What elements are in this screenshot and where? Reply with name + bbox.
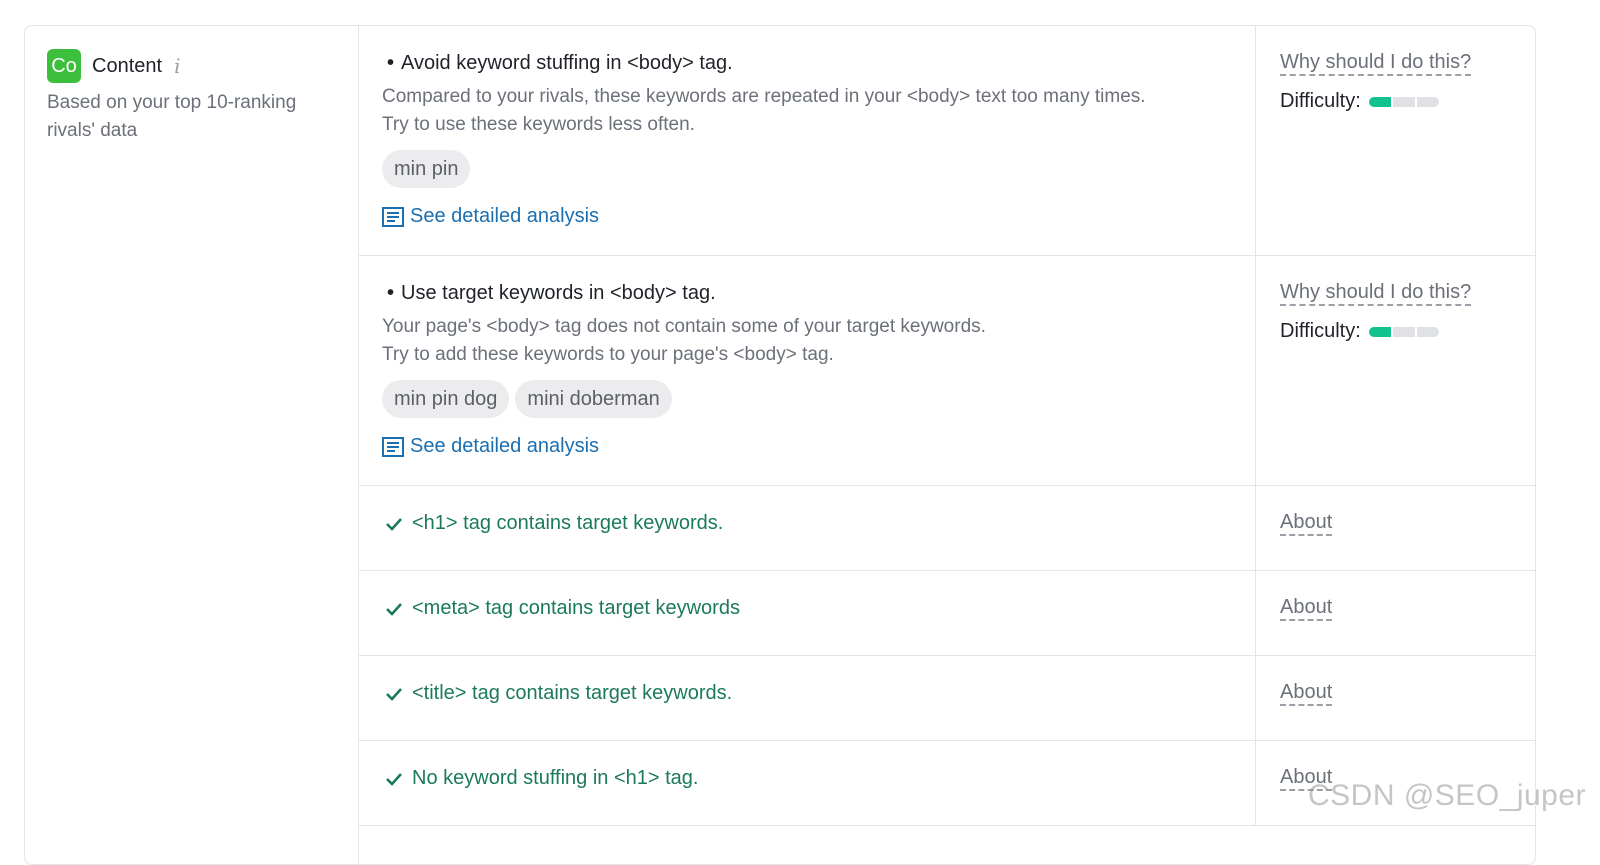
difficulty-bar <box>1368 326 1439 337</box>
passed-check: <h1> tag contains target keywords. <box>385 512 723 535</box>
bullet-icon: • <box>387 52 395 74</box>
info-icon[interactable]: i <box>174 54 180 78</box>
difficulty-segment <box>1416 326 1439 337</box>
document-icon <box>382 436 404 457</box>
passed-check-main: <h1> tag contains target keywords. <box>359 486 1256 570</box>
passed-check-text: <h1> tag contains target keywords. <box>412 512 724 534</box>
passed-check-row: <title> tag contains target keywords. Ab… <box>359 656 1535 741</box>
recommendation-row: • Avoid keyword stuffing in <body> tag. C… <box>359 26 1535 256</box>
passed-check-side: About <box>1256 571 1535 655</box>
document-icon <box>382 206 404 227</box>
recommendation-description: Compared to your rivals, these keywords … <box>382 83 1146 139</box>
passed-check-main: <title> tag contains target keywords. <box>359 656 1256 740</box>
recommendation-main: • Use target keywords in <body> tag. Your… <box>359 256 1256 485</box>
difficulty-segment <box>1368 326 1391 337</box>
passed-check-side: About <box>1256 656 1535 740</box>
difficulty-label: Difficulty: <box>1280 320 1361 342</box>
passed-check-main: No keyword stuffing in <h1> tag. <box>359 741 1256 825</box>
passed-check-text: <meta> tag contains target keywords <box>412 597 740 619</box>
keyword-chips: min pin <box>382 150 471 188</box>
why-should-i-do-this-link[interactable]: Why should I do this? <box>1280 51 1472 76</box>
passed-check-side: About <box>1256 486 1535 570</box>
category-badge: Co <box>47 49 81 83</box>
check-icon <box>386 687 402 701</box>
description-line: Try to use these keywords less often. <box>382 114 695 135</box>
difficulty-segment <box>1392 326 1415 337</box>
passed-check-text: <title> tag contains target keywords. <box>412 682 733 704</box>
about-link[interactable]: About <box>1280 596 1333 621</box>
description-line: Try to add these keywords to your page's… <box>382 344 834 365</box>
why-should-i-do-this-link[interactable]: Why should I do this? <box>1280 281 1472 306</box>
keyword-chips: min pin dog mini doberman <box>382 380 672 418</box>
difficulty-label: Difficulty: <box>1280 90 1361 112</box>
about-link[interactable]: About <box>1280 681 1333 706</box>
see-detailed-analysis-link[interactable]: See detailed analysis <box>382 205 599 228</box>
difficulty-segment <box>1416 96 1439 107</box>
keyword-chip: mini doberman <box>515 380 672 418</box>
recommendation-row: • Use target keywords in <body> tag. Your… <box>359 256 1535 486</box>
recommendation-side: Why should I do this? Difficulty: <box>1256 26 1535 255</box>
difficulty-segment <box>1392 96 1415 107</box>
difficulty-segment <box>1368 96 1391 107</box>
recommendation-title-text: Avoid keyword stuffing in <body> tag. <box>401 52 733 74</box>
passed-check: No keyword stuffing in <h1> tag. <box>385 767 698 790</box>
recommendation-title: • Use target keywords in <body> tag. <box>387 282 716 305</box>
passed-check: <title> tag contains target keywords. <box>385 682 732 705</box>
check-icon <box>386 602 402 616</box>
passed-check: <meta> tag contains target keywords <box>385 597 740 620</box>
keyword-chip: min pin <box>382 150 471 188</box>
recommendation-main: • Avoid keyword stuffing in <body> tag. C… <box>359 26 1256 255</box>
description-line: Compared to your rivals, these keywords … <box>382 86 1146 107</box>
recommendation-description: Your page's <body> tag does not contain … <box>382 313 986 369</box>
category-subtitle: Based on your top 10-ranking rivals' dat… <box>47 92 297 141</box>
recommendation-title: • Avoid keyword stuffing in <body> tag. <box>387 52 733 75</box>
check-icon <box>386 772 402 786</box>
watermark: CSDN @SEO_juper <box>1308 779 1587 812</box>
see-detailed-analysis-label: See detailed analysis <box>410 435 600 457</box>
about-link[interactable]: About <box>1280 511 1333 536</box>
category-header: Co Content i <box>47 49 180 83</box>
check-icon <box>386 517 402 531</box>
see-detailed-analysis-link[interactable]: See detailed analysis <box>382 435 599 458</box>
bullet-icon: • <box>387 282 395 304</box>
passed-check-main: <meta> tag contains target keywords <box>359 571 1256 655</box>
description-line: Your page's <body> tag does not contain … <box>382 316 986 337</box>
passed-check-text: No keyword stuffing in <h1> tag. <box>412 767 699 789</box>
difficulty-bar <box>1368 96 1439 107</box>
see-detailed-analysis-label: See detailed analysis <box>410 205 600 227</box>
category-column: Co Content i Based on your top 10-rankin… <box>25 26 359 864</box>
keyword-chip: min pin dog <box>382 380 510 418</box>
category-title: Content <box>92 54 163 77</box>
recommendations-list: • Avoid keyword stuffing in <body> tag. C… <box>359 26 1535 826</box>
difficulty-indicator: Difficulty: <box>1280 90 1439 113</box>
recommendation-side: Why should I do this? Difficulty: <box>1256 256 1535 485</box>
passed-check-row: <meta> tag contains target keywords Abou… <box>359 571 1535 656</box>
content-audit-panel: Co Content i Based on your top 10-rankin… <box>24 25 1536 865</box>
recommendation-title-text: Use target keywords in <body> tag. <box>401 282 716 304</box>
difficulty-indicator: Difficulty: <box>1280 320 1439 343</box>
passed-check-row: <h1> tag contains target keywords. About <box>359 486 1535 571</box>
